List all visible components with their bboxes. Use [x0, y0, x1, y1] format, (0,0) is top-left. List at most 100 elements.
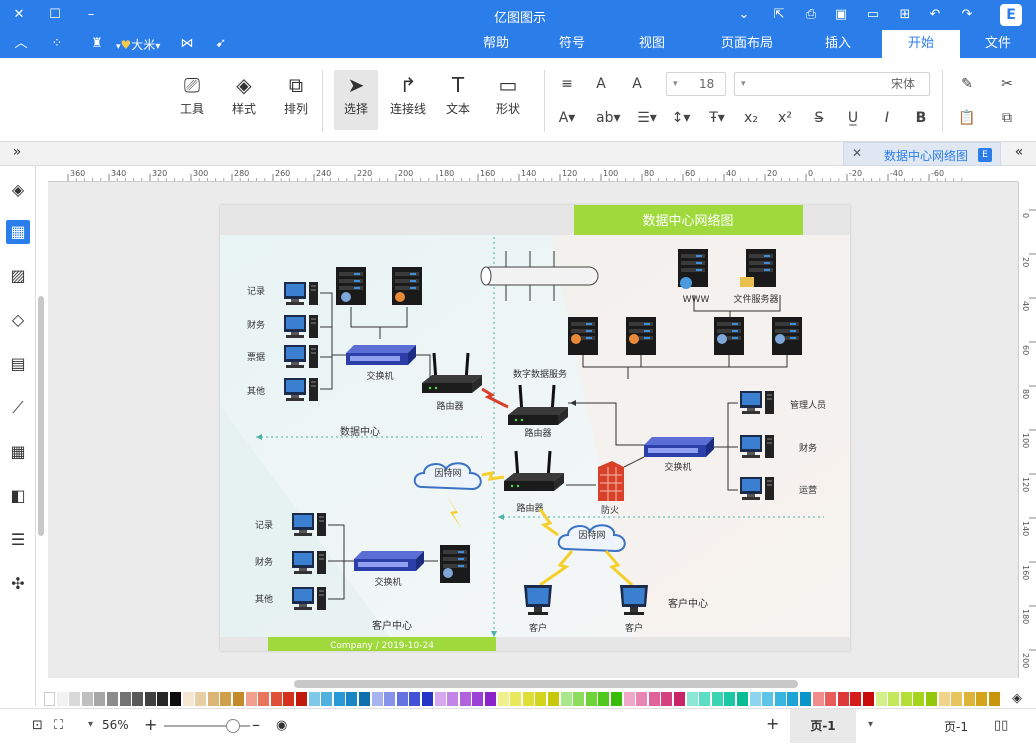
page-tab[interactable]: 页-1 — [790, 709, 856, 743]
zoom-dropdown-icon[interactable]: ▾ — [88, 719, 93, 730]
color-swatch[interactable] — [333, 692, 345, 706]
color-swatch[interactable] — [636, 692, 648, 706]
layers-icon[interactable]: ◇ — [6, 308, 30, 332]
fill-icon[interactable]: ◈ — [6, 178, 30, 202]
table-icon[interactable]: ▦ — [6, 440, 30, 464]
color-swatch[interactable] — [548, 692, 559, 706]
color-swatch[interactable] — [989, 692, 1000, 706]
tab-symbols[interactable]: 符号 — [552, 30, 592, 58]
color-swatch[interactable] — [611, 692, 622, 706]
color-swatch[interactable] — [900, 692, 912, 706]
color-swatch[interactable] — [94, 692, 106, 706]
apps-icon[interactable]: ⁘ — [48, 35, 66, 53]
color-swatch[interactable] — [144, 692, 156, 706]
color-swatch[interactable] — [69, 692, 81, 706]
color-swatch[interactable] — [459, 692, 471, 706]
fullscreen-icon[interactable]: ⛶ — [54, 718, 70, 734]
tab-help[interactable]: 帮助 — [476, 30, 516, 58]
color-swatch[interactable] — [132, 692, 144, 706]
color-swatch[interactable] — [863, 692, 874, 706]
color-swatch[interactable] — [913, 692, 925, 706]
redo-icon[interactable]: ↷ — [958, 6, 976, 24]
timeline-icon[interactable]: ☰ — [6, 528, 30, 552]
color-swatch[interactable] — [447, 692, 459, 706]
color-swatch[interactable] — [812, 692, 824, 706]
superscript-icon[interactable]: x² — [774, 108, 796, 128]
color-swatch[interactable] — [711, 692, 723, 706]
shapes-icon[interactable]: ◧ — [6, 484, 30, 508]
fill-color-icon[interactable]: ◈ — [1012, 691, 1022, 706]
color-swatch[interactable] — [195, 692, 207, 706]
style-button[interactable]: ◈ 样式 — [222, 70, 266, 130]
color-swatch[interactable] — [724, 692, 736, 706]
tab-file[interactable]: 文件 — [976, 30, 1020, 58]
underline-icon[interactable]: U̲ — [842, 108, 864, 128]
zoom-level[interactable]: 56% — [102, 718, 129, 732]
color-swatch[interactable] — [661, 692, 673, 706]
bold-icon[interactable]: B — [910, 108, 932, 128]
diagram-page[interactable]: 数据中心网络图 Company / 2019-10-24 记录 财务 票据 其他… — [220, 205, 850, 651]
color-swatch[interactable] — [207, 692, 219, 706]
color-swatch[interactable] — [787, 692, 799, 706]
color-swatch[interactable] — [598, 692, 610, 706]
color-swatch[interactable] — [535, 692, 547, 706]
arrange-button[interactable]: ⧉ 排列 — [274, 70, 318, 130]
print-icon[interactable]: ⎙ — [802, 6, 820, 24]
color-swatch[interactable] — [850, 692, 862, 706]
color-swatch[interactable] — [434, 692, 446, 706]
color-swatch[interactable] — [170, 692, 181, 706]
color-swatch[interactable] — [308, 692, 320, 706]
color-swatch[interactable] — [283, 692, 295, 706]
mindmap-icon[interactable]: ✣ — [6, 572, 30, 596]
color-swatch[interactable] — [220, 692, 232, 706]
color-swatch[interactable] — [296, 692, 307, 706]
color-swatch[interactable] — [800, 692, 811, 706]
open-icon[interactable]: ⇱ — [770, 6, 788, 24]
text-case-icon[interactable]: ab▾ — [596, 108, 621, 128]
format-painter-icon[interactable]: ✎ — [956, 74, 978, 94]
color-swatch[interactable] — [422, 692, 433, 706]
color-swatch[interactable] — [321, 692, 333, 706]
color-swatch[interactable] — [976, 692, 988, 706]
maximize-icon[interactable]: ☐ — [46, 6, 64, 24]
list-icon[interactable]: ☰▾ — [636, 108, 658, 128]
color-swatch[interactable] — [938, 692, 950, 706]
zoom-in-icon[interactable]: + — [144, 715, 157, 734]
copy-icon[interactable]: ⧉ — [996, 108, 1018, 128]
color-swatch[interactable] — [774, 692, 786, 706]
color-swatch[interactable] — [951, 692, 963, 706]
color-swatch[interactable] — [485, 692, 496, 706]
strikethrough-icon[interactable]: S̶ — [808, 108, 830, 128]
color-swatch[interactable] — [875, 692, 887, 706]
line-spacing-icon[interactable]: ↕▾ — [670, 108, 692, 128]
tab-home[interactable]: 开始 — [882, 30, 960, 58]
align-icon[interactable]: ≡ — [556, 74, 578, 94]
vertical-scrollbar[interactable] — [38, 296, 44, 536]
tools-button[interactable]: ⎚ 工具 — [170, 70, 214, 130]
color-swatch[interactable] — [346, 692, 358, 706]
color-swatch[interactable] — [409, 692, 421, 706]
play-icon[interactable]: ◉ — [276, 718, 287, 733]
color-swatch[interactable] — [81, 692, 93, 706]
shape-button[interactable]: ▭ 形状 — [486, 70, 530, 130]
close-tab-icon[interactable]: ✕ — [852, 146, 862, 160]
subscript-icon[interactable]: x₂ — [740, 108, 762, 128]
paste-icon[interactable]: 📋 — [956, 108, 978, 128]
font-size-combo[interactable]: ▾ 18 — [666, 72, 726, 96]
undo-icon[interactable]: ↶ — [926, 6, 944, 24]
color-swatch[interactable] — [107, 692, 118, 706]
close-icon[interactable]: ✕ — [10, 6, 28, 24]
share-icon[interactable]: ⋈ — [178, 35, 196, 53]
italic-icon[interactable]: I — [876, 108, 898, 128]
text-format-icon[interactable]: Ŧ▾ — [706, 108, 728, 128]
save-icon[interactable]: ▣ — [832, 6, 850, 24]
new-icon[interactable]: ⊞ — [896, 6, 914, 24]
symbol-library-icon[interactable]: ▦ — [6, 220, 30, 244]
color-swatch[interactable] — [585, 692, 597, 706]
color-swatch[interactable] — [510, 692, 522, 706]
zoom-out-icon[interactable]: – — [252, 715, 260, 734]
color-swatch[interactable] — [472, 692, 484, 706]
document-tab[interactable]: ✕ 数据中心网络图 E — [843, 142, 1001, 166]
color-swatch[interactable] — [623, 692, 635, 706]
color-swatch[interactable] — [686, 692, 698, 706]
